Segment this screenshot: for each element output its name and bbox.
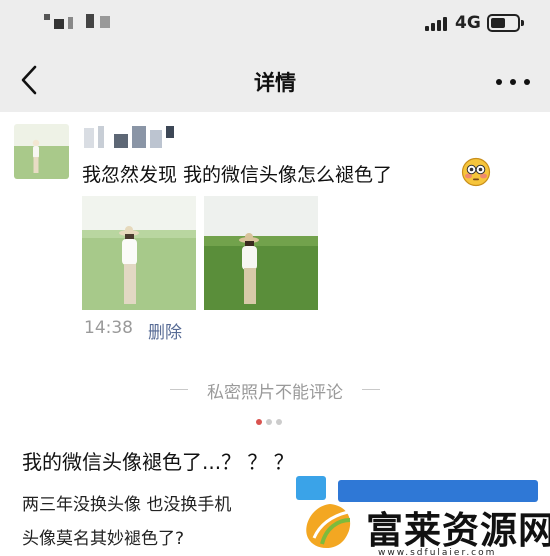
watermark: 富莱资源网 www.sdfulaier.com (282, 472, 550, 556)
carousel-dot (276, 419, 282, 425)
avatar[interactable] (14, 124, 69, 179)
navigation-bar: 详情 (0, 50, 550, 112)
battery-icon (487, 14, 524, 32)
post-photo-faded[interactable] (82, 196, 196, 310)
carousel-dot (256, 419, 262, 425)
carrier-label (44, 14, 114, 30)
post-time: 14:38 (84, 318, 133, 338)
comment-notice: 私密照片不能评论 (207, 383, 343, 403)
delete-link[interactable]: 删除 (148, 318, 182, 343)
flushed-face-emoji (461, 157, 491, 187)
watermark-name: 富莱资源网 (366, 508, 550, 552)
watermark-url: www.sdfulaier.com (378, 548, 497, 556)
top-bar: 4G 详情 (0, 0, 550, 112)
carousel-dot (266, 419, 272, 425)
status-bar: 4G (0, 0, 550, 46)
cellular-signal-icon (425, 17, 449, 31)
username[interactable] (84, 126, 184, 150)
post-text: 我忽然发现 我的微信头像怎么褪色了 (82, 164, 393, 186)
divider-right (362, 389, 380, 390)
article-title: 我的微信头像褪色了...？ ？ ？ (22, 450, 294, 474)
page-title: 详情 (254, 71, 296, 95)
post-photo-original[interactable] (204, 196, 318, 310)
ellipsis-icon[interactable] (496, 77, 530, 87)
leaf-logo-icon (306, 504, 351, 549)
article-line: 头像莫名其妙褪色了? (22, 529, 185, 549)
carousel-indicator (256, 419, 296, 427)
network-type: 4G (455, 13, 481, 33)
article-line: 两三年没换头像 也没换手机 (22, 495, 232, 515)
